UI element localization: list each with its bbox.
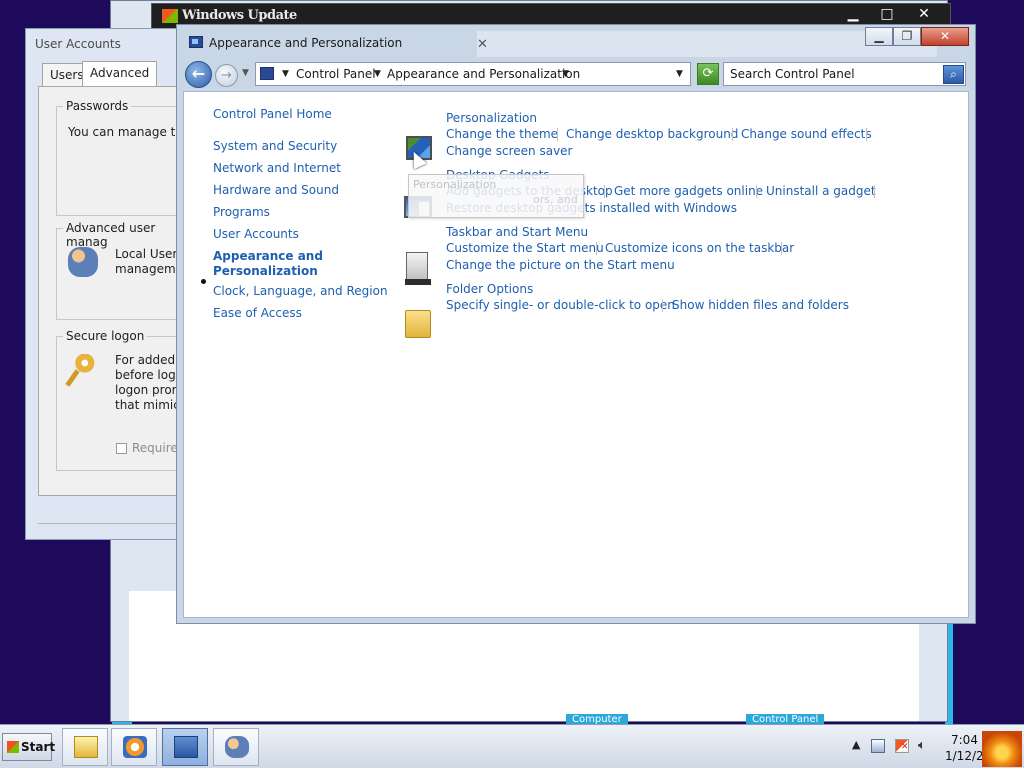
personalization-tooltip: Personalization ors, and (408, 174, 584, 218)
sidebar-item-user-accounts[interactable]: User Accounts (213, 227, 299, 241)
taskbar-explorer[interactable] (62, 728, 108, 766)
link-separator (866, 128, 867, 141)
link-single-double-click[interactable]: Specify single- or double-click to open (446, 298, 675, 312)
tab-advanced[interactable]: Advanced (82, 61, 158, 87)
user-accounts-title: User Accounts (35, 37, 121, 51)
link-separator (662, 299, 663, 312)
ghost-close-icon: ✕ (477, 37, 488, 52)
action-center-icon[interactable] (895, 739, 909, 753)
maximize-button[interactable]: ❐ (893, 27, 921, 46)
taskbar-control-panel[interactable] (162, 728, 208, 766)
control-panel-window: Appearance and Personalization ✕ ▁ ❐ ✕ ←… (176, 24, 976, 624)
windows-logo-icon (7, 741, 19, 753)
sidebar-item-appearance-line1[interactable]: Appearance and (213, 249, 323, 264)
category-folder-options[interactable]: Folder Options (446, 282, 533, 296)
minimize-icon[interactable]: ▁ (836, 4, 870, 26)
link-separator (557, 128, 558, 141)
category-personalization[interactable]: Personalization (446, 111, 537, 125)
link-get-more-gadgets[interactable]: Get more gadgets online (614, 184, 763, 198)
folder-icon[interactable] (405, 310, 431, 338)
sidebar-item-network[interactable]: Network and Internet (213, 161, 341, 175)
link-separator (756, 185, 757, 198)
dialog-separator (38, 523, 186, 524)
link-show-hidden-files[interactable]: Show hidden files and folders (672, 298, 849, 312)
link-change-sound-effects[interactable]: Change sound effects (741, 127, 872, 141)
sidebar-item-appearance-line2[interactable]: Personalization (213, 264, 318, 279)
link-customize-start-menu[interactable]: Customize the Start menu (446, 241, 604, 255)
control-panel-titlebar[interactable]: Appearance and Personalization ✕ ▁ ❐ ✕ (177, 25, 975, 57)
link-change-screen-saver[interactable]: Change screen saver (446, 144, 573, 158)
close-icon[interactable]: ✕ (907, 4, 941, 26)
sidebar-item-programs[interactable]: Programs (213, 205, 270, 219)
minimize-button[interactable]: ▁ (865, 27, 893, 46)
passwords-group-title: Passwords (63, 99, 132, 113)
windows-update-icon (162, 9, 178, 23)
back-button[interactable]: ← (185, 61, 212, 88)
network-icon[interactable] (871, 739, 885, 753)
folder-icon (74, 736, 98, 758)
passwords-text: You can manage the (68, 125, 186, 139)
taskbar: Start ▲ 🔈︎ 7:04 A 1/12/2 (0, 724, 1024, 768)
address-control-panel-icon (260, 67, 274, 80)
control-panel-icon (174, 736, 198, 758)
recent-pages-dropdown-icon[interactable]: ▼ (242, 68, 249, 78)
taskbar-user-accounts[interactable] (213, 728, 259, 766)
forward-button[interactable]: → (215, 64, 238, 87)
tooltip-text: ors, and (533, 193, 578, 206)
windows-update-title: Windows Update (182, 8, 297, 23)
crumb-arrow-control-panel[interactable]: ▼ (374, 69, 381, 79)
close-button[interactable]: ✕ (921, 27, 969, 46)
address-bar[interactable]: ▼ Control Panel ▼ Appearance and Persona… (255, 62, 691, 86)
link-customize-taskbar-icons[interactable]: Customize icons on the taskbar (605, 241, 794, 255)
passwords-group: Passwords (56, 99, 196, 216)
media-player-icon (123, 736, 147, 758)
link-change-start-picture[interactable]: Change the picture on the Start menu (446, 258, 675, 272)
address-history-dropdown-icon[interactable]: ▼ (676, 69, 683, 79)
sidebar-item-system-security[interactable]: System and Security (213, 139, 337, 153)
search-icon[interactable]: ⌕ (943, 65, 964, 84)
bottom-tab-computer[interactable]: Computer (566, 714, 628, 725)
taskbar-media-player[interactable] (111, 728, 157, 766)
control-panel-content: Control Panel Home System and Security N… (183, 91, 969, 618)
control-panel-icon (189, 36, 203, 48)
link-separator (604, 185, 605, 198)
users-icon (68, 247, 98, 277)
clock-date[interactable]: 1/12/2 (945, 749, 984, 763)
show-hidden-icons-icon[interactable]: ▲ (852, 738, 860, 751)
start-button[interactable]: Start (2, 733, 56, 761)
require-checkbox[interactable] (116, 443, 127, 454)
user-accounts-window: User Accounts Users Advanced Passwords Y… (25, 28, 196, 540)
current-item-bullet (201, 279, 206, 284)
volume-icon[interactable]: 🔈︎ (918, 739, 932, 753)
navigation-bar: ← → ▼ ▼ Control Panel ▼ Appearance and P… (185, 61, 967, 88)
sidebar-item-ease-of-access[interactable]: Ease of Access (213, 306, 302, 320)
link-separator (732, 128, 733, 141)
search-input[interactable] (723, 62, 966, 86)
maximize-icon[interactable]: □ (870, 4, 904, 26)
window-title: Appearance and Personalization (209, 36, 403, 50)
category-taskbar-start-menu[interactable]: Taskbar and Start Menu (446, 225, 588, 239)
crumb-control-panel[interactable]: Control Panel (296, 67, 376, 81)
link-change-desktop-background[interactable]: Change desktop background (566, 127, 738, 141)
user-picture-icon[interactable] (982, 731, 1022, 767)
sidebar-item-hardware[interactable]: Hardware and Sound (213, 183, 339, 197)
link-separator (596, 242, 597, 255)
link-uninstall-gadget[interactable]: Uninstall a gadget (766, 184, 876, 198)
link-separator (781, 242, 782, 255)
link-change-theme[interactable]: Change the theme (446, 127, 558, 141)
bottom-tab-control-panel[interactable]: Control Panel (746, 714, 825, 725)
crumb-arrow-appearance[interactable]: ▼ (562, 69, 569, 79)
sidebar-item-clock-language[interactable]: Clock, Language, and Region (213, 284, 388, 298)
start-label: Start (21, 740, 56, 754)
taskbar-icon[interactable] (405, 252, 431, 285)
users-icon (225, 736, 249, 758)
secure-logon-title: Secure logon (63, 329, 148, 343)
tooltip-title: Personalization (413, 178, 497, 191)
crumb-arrow-root[interactable]: ▼ (282, 69, 289, 79)
link-separator (874, 185, 875, 198)
refresh-button[interactable]: ⟳ (697, 63, 719, 85)
crumb-appearance[interactable]: Appearance and Personalization (387, 67, 580, 81)
sidebar-control-panel-home[interactable]: Control Panel Home (213, 107, 332, 121)
